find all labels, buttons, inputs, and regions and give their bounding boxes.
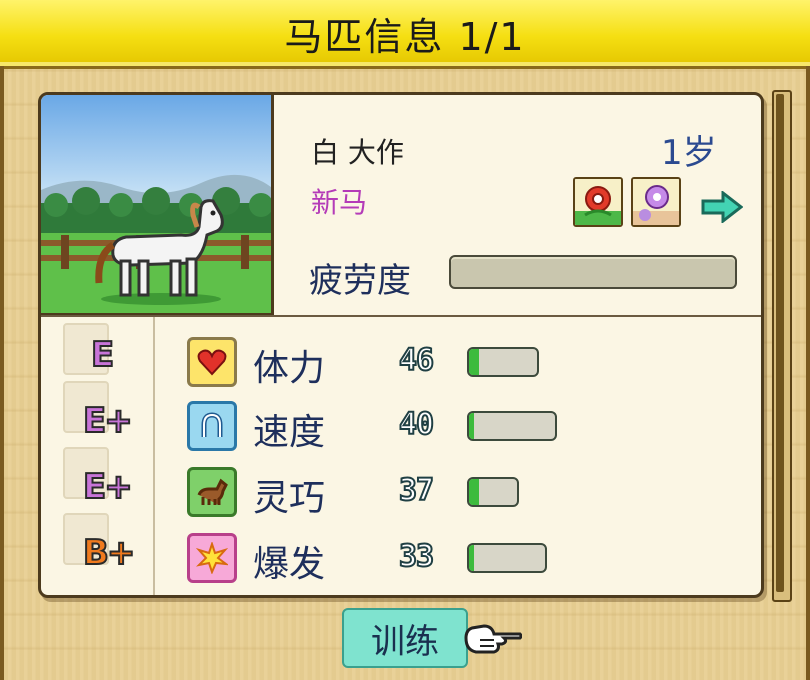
page-title: 马匹信息 1/1 (284, 14, 526, 59)
stat-fill (469, 545, 475, 571)
horse-age: 1岁 (661, 133, 717, 173)
train-button[interactable]: 训练 (342, 608, 468, 668)
stat-value: 37 (398, 472, 435, 509)
fatigue-bar (449, 255, 737, 289)
stat-label: 体力 (253, 348, 326, 389)
pasture-scene-icon (41, 95, 271, 313)
train-button-label: 训练 (371, 621, 439, 662)
stat-label: 灵巧 (253, 478, 326, 519)
scrollbar[interactable] (772, 90, 792, 602)
pointing-hand-icon (464, 624, 522, 654)
stat-value: 40 (398, 406, 435, 443)
stat-fill (469, 413, 475, 439)
horse-icon (187, 467, 237, 517)
title-bar: 马匹信息 1/1 (0, 0, 810, 69)
stat-grade: B+ (82, 532, 136, 574)
stat-value: 33 (398, 538, 435, 575)
fatigue-label: 疲劳度 (309, 261, 411, 301)
stat-grade: E (90, 334, 115, 376)
heart-icon (187, 337, 237, 387)
frame-left (0, 66, 4, 680)
stat-bar (467, 411, 557, 441)
stat-grade: E+ (82, 466, 134, 508)
horse-name: 白 大作 (311, 136, 404, 169)
next-arrow-icon[interactable] (701, 191, 743, 223)
stat-label: 爆发 (253, 544, 326, 585)
stat-bar (467, 347, 539, 377)
frame-right (806, 66, 810, 680)
rose-badge-icon[interactable] (573, 177, 623, 227)
horse-info-panel: 白 大作 1岁 新马 疲劳度 E 体力 46 E+ 速度 40 E+ 灵巧 37… (38, 92, 764, 598)
stat-value: 46 (398, 342, 435, 379)
badge-row (573, 177, 681, 227)
burst-icon (187, 533, 237, 583)
purple-flower-badge-icon[interactable] (631, 177, 681, 227)
horseshoe-icon (187, 401, 237, 451)
stat-bar (467, 543, 547, 573)
stat-fill (469, 349, 480, 375)
scroll-thumb[interactable] (776, 94, 784, 592)
stat-label: 速度 (253, 412, 326, 453)
stat-fill (469, 479, 479, 505)
stat-bar (467, 477, 519, 507)
horse-portrait (41, 95, 274, 316)
stat-grade: E+ (82, 400, 134, 442)
horse-status: 新马 (311, 186, 368, 219)
